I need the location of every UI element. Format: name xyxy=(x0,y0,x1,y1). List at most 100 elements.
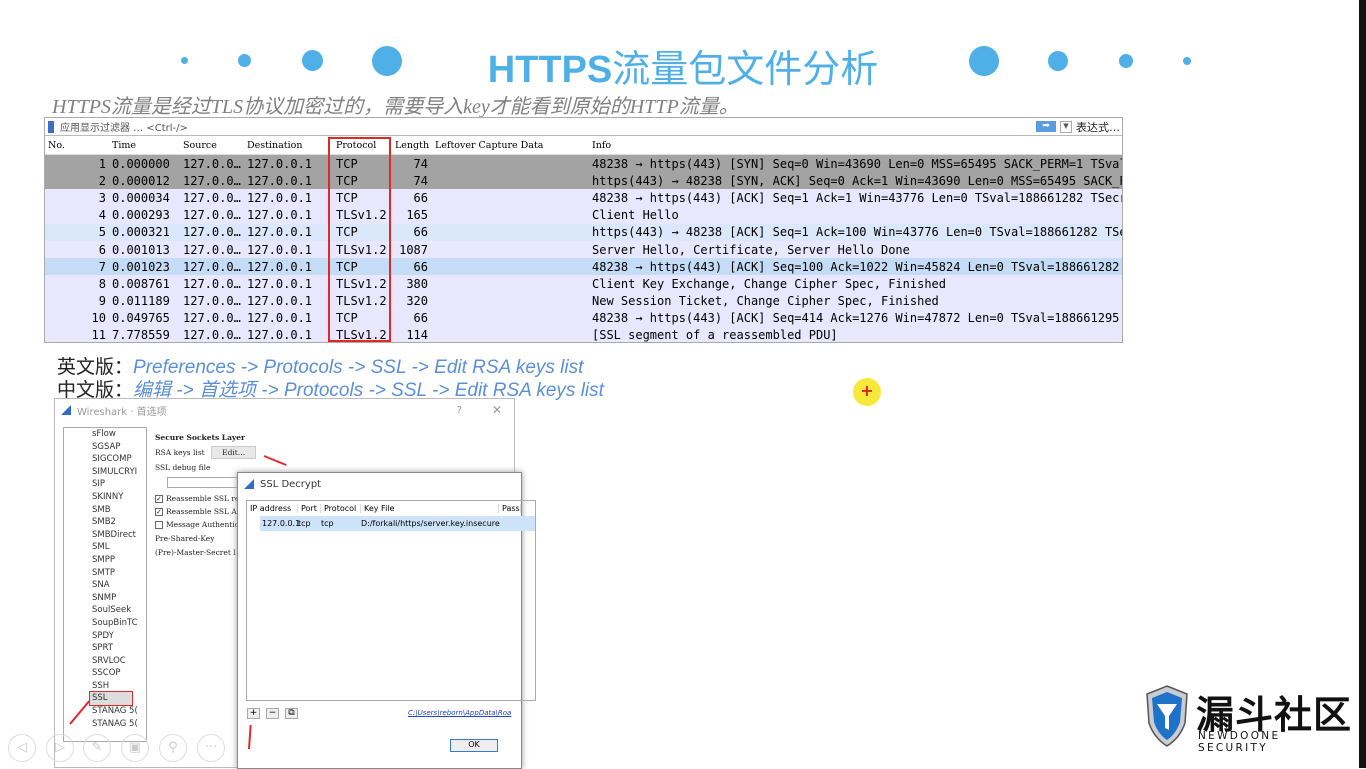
cell-destination: 127.0.0.1 xyxy=(247,173,313,188)
cell-destination: 127.0.0.1 xyxy=(247,311,313,326)
cell-time: 0.000034 xyxy=(112,190,170,205)
col-leftover[interactable]: Leftover Capture Data xyxy=(432,140,589,151)
col-port[interactable]: Port xyxy=(298,504,321,513)
packet-row[interactable]: 6 0.001013 127.0.0… 127.0.0.1 TLSv1.2 1087 Ser… xyxy=(45,240,1122,259)
col-password[interactable]: Pass xyxy=(499,504,521,513)
protocol-item[interactable]: SIMULCRYI xyxy=(64,466,146,479)
protocol-item[interactable]: STANAG 5( xyxy=(64,718,146,731)
protocol-item[interactable]: SKINNY xyxy=(64,491,146,504)
cell-length: 74 xyxy=(413,156,428,171)
protocol-tree[interactable]: sFlow SGSAP SIGCOMP SIMULCRYI SIP SKINNY SMB SM… xyxy=(63,427,147,742)
col-destination[interactable]: Destination xyxy=(244,140,333,151)
protocol-item[interactable]: SIGCOMP xyxy=(64,453,146,466)
packet-row[interactable]: 2 0.000012 127.0.0… 127.0.0.1 TCP 74 https(443… xyxy=(45,172,1122,190)
config-path-link[interactable]: C:\Users\reborn\AppData\Roa xyxy=(408,709,511,717)
packet-row[interactable]: 9 0.011189 127.0.0… 127.0.0.1 TLSv1.2 320 New … xyxy=(45,292,1122,310)
protocol-item[interactable]: SSCOP xyxy=(64,667,146,680)
cell-time: 0.008761 xyxy=(112,276,170,291)
protocol-item[interactable]: SMB xyxy=(64,504,146,517)
cell-info: 48238 → https(443) [ACK] Seq=100 Ack=102… xyxy=(592,259,1122,274)
table-row[interactable]: 127.0.0.1 tcp tcp D:/forkali/https/serve… xyxy=(260,516,535,531)
packet-row[interactable]: 8 0.008761 127.0.0… 127.0.0.1 TLSv1.2 380 Clie… xyxy=(45,275,1122,293)
copy-key-button[interactable]: ⧉ xyxy=(285,708,298,719)
packet-row[interactable]: 3 0.000034 127.0.0… 127.0.0.1 TCP 66 48238 → h… xyxy=(45,189,1122,207)
protocol-item[interactable]: SMB2 xyxy=(64,516,146,529)
cell-length: 320 xyxy=(406,294,428,309)
cell-time: 0.000293 xyxy=(112,208,170,223)
protocol-item[interactable]: SRVLOC xyxy=(64,655,146,668)
packet-row[interactable]: 11 7.778559 127.0.0… 127.0.0.1 TLSv1.2 114 [SS… xyxy=(45,326,1122,342)
protocol-item[interactable]: SSL xyxy=(89,691,133,707)
cell-destination: 127.0.0.1 xyxy=(247,276,313,291)
close-button[interactable]: ✕ xyxy=(492,403,502,417)
edit-rsa-button[interactable]: Edit… xyxy=(211,446,257,459)
protocol-item[interactable]: SoupBinTC xyxy=(64,617,146,630)
more-options-icon[interactable]: ··· xyxy=(197,734,225,762)
protocol-item[interactable]: SIP xyxy=(64,478,146,491)
ok-button[interactable]: OK xyxy=(450,739,498,752)
cell-source: 127.0.0… xyxy=(183,242,241,257)
packet-row[interactable]: 4 0.000293 127.0.0… 127.0.0.1 TLSv1.2 165 Clie… xyxy=(45,206,1122,224)
cell-length: 66 xyxy=(413,190,428,205)
slides-grid-icon[interactable]: ▣ xyxy=(121,734,149,762)
protocol-item[interactable]: SMBDirect xyxy=(64,529,146,542)
remove-key-button[interactable]: − xyxy=(266,708,279,719)
cell-no: 5 xyxy=(98,225,106,240)
section-title: Secure Sockets Layer xyxy=(155,433,246,442)
zoom-icon[interactable]: ⚲ xyxy=(159,734,187,762)
packet-row[interactable]: 1 0.000000 127.0.0… 127.0.0.1 TCP 74 48238 → h… xyxy=(45,155,1122,173)
protocol-item[interactable]: SNA xyxy=(64,579,146,592)
next-slide-icon[interactable]: ▷ xyxy=(46,734,74,762)
col-length[interactable]: Length xyxy=(392,140,432,151)
col-protocol[interactable]: Protocol xyxy=(321,504,361,513)
apply-arrow-icon[interactable]: ➡ xyxy=(1036,121,1056,132)
protocol-item[interactable]: sFlow xyxy=(64,428,146,441)
col-ip[interactable]: IP address xyxy=(247,504,298,513)
protocol-item[interactable]: SML xyxy=(64,541,146,554)
cell-destination: 127.0.0.1 xyxy=(247,294,313,309)
prefs-title: Wireshark · 首选项 xyxy=(77,406,167,418)
cell-time: 0.000321 xyxy=(112,225,170,240)
filter-input[interactable]: 应用显示过滤器 … <Ctrl-/> xyxy=(60,119,188,134)
protocol-item[interactable]: SoulSeek xyxy=(64,604,146,617)
rsa-keys-table: IP address Port Protocol Key File Pass 1… xyxy=(246,500,536,701)
add-key-button[interactable]: + xyxy=(247,708,260,719)
display-filter-bar[interactable]: 应用显示过滤器 … <Ctrl-/> ➡ ▼ 表达式… xyxy=(45,118,1122,136)
checkbox-checked[interactable]: ✓ xyxy=(155,495,163,503)
cell-time: 0.011189 xyxy=(112,294,170,309)
protocol-item[interactable]: SMTP xyxy=(64,567,146,580)
help-button[interactable]: ? xyxy=(457,405,462,416)
prev-slide-icon[interactable]: ◁ xyxy=(8,734,36,762)
col-info[interactable]: Info xyxy=(589,140,1122,151)
protocol-item[interactable]: SSH xyxy=(64,680,146,693)
cell-source: 127.0.0… xyxy=(183,173,241,188)
checkbox[interactable] xyxy=(155,521,163,529)
preferences-dialog: Wireshark · 首选项 ? ✕ sFlow SGSAP SIGCOMP SIMU… xyxy=(54,398,536,769)
col-source[interactable]: Source xyxy=(180,140,244,151)
cell-length: 66 xyxy=(413,311,428,326)
checkbox-checked[interactable]: ✓ xyxy=(155,508,163,516)
protocol-item[interactable]: SPDY xyxy=(64,630,146,643)
screen-edge xyxy=(1359,0,1366,768)
prefs-titlebar: Wireshark · 首选项 ? ✕ xyxy=(55,399,514,421)
protocol-item[interactable]: SNMP xyxy=(64,592,146,605)
cell-no: 3 xyxy=(98,190,106,205)
col-keyfile[interactable]: Key File xyxy=(361,504,499,513)
pen-icon[interactable]: ✎ xyxy=(83,734,111,762)
debug-file-input[interactable] xyxy=(167,477,247,488)
cell-time: 0.000000 xyxy=(112,156,170,171)
packet-row[interactable]: 7 0.001023 127.0.0… 127.0.0.1 TCP 66 48238 → h… xyxy=(45,258,1122,276)
cell-time: 0.049765 xyxy=(112,311,170,326)
protocol-item[interactable]: SPRT xyxy=(64,642,146,655)
table-header: IP address Port Protocol Key File Pass xyxy=(247,501,535,516)
cell-destination: 127.0.0.1 xyxy=(247,190,313,205)
packet-row[interactable]: 5 0.000321 127.0.0… 127.0.0.1 TCP 66 https(443… xyxy=(45,223,1122,241)
packet-row[interactable]: 10 0.049765 127.0.0… 127.0.0.1 TCP 66 48238 → … xyxy=(45,309,1122,327)
filter-dropdown[interactable]: ▼ xyxy=(1060,120,1072,133)
col-time[interactable]: Time xyxy=(109,140,180,151)
bookmark-icon[interactable] xyxy=(48,120,54,133)
expression-button[interactable]: 表达式… xyxy=(1076,119,1120,135)
protocol-item[interactable]: SGSAP xyxy=(64,441,146,454)
col-no[interactable]: No. xyxy=(45,140,109,151)
protocol-item[interactable]: SMPP xyxy=(64,554,146,567)
